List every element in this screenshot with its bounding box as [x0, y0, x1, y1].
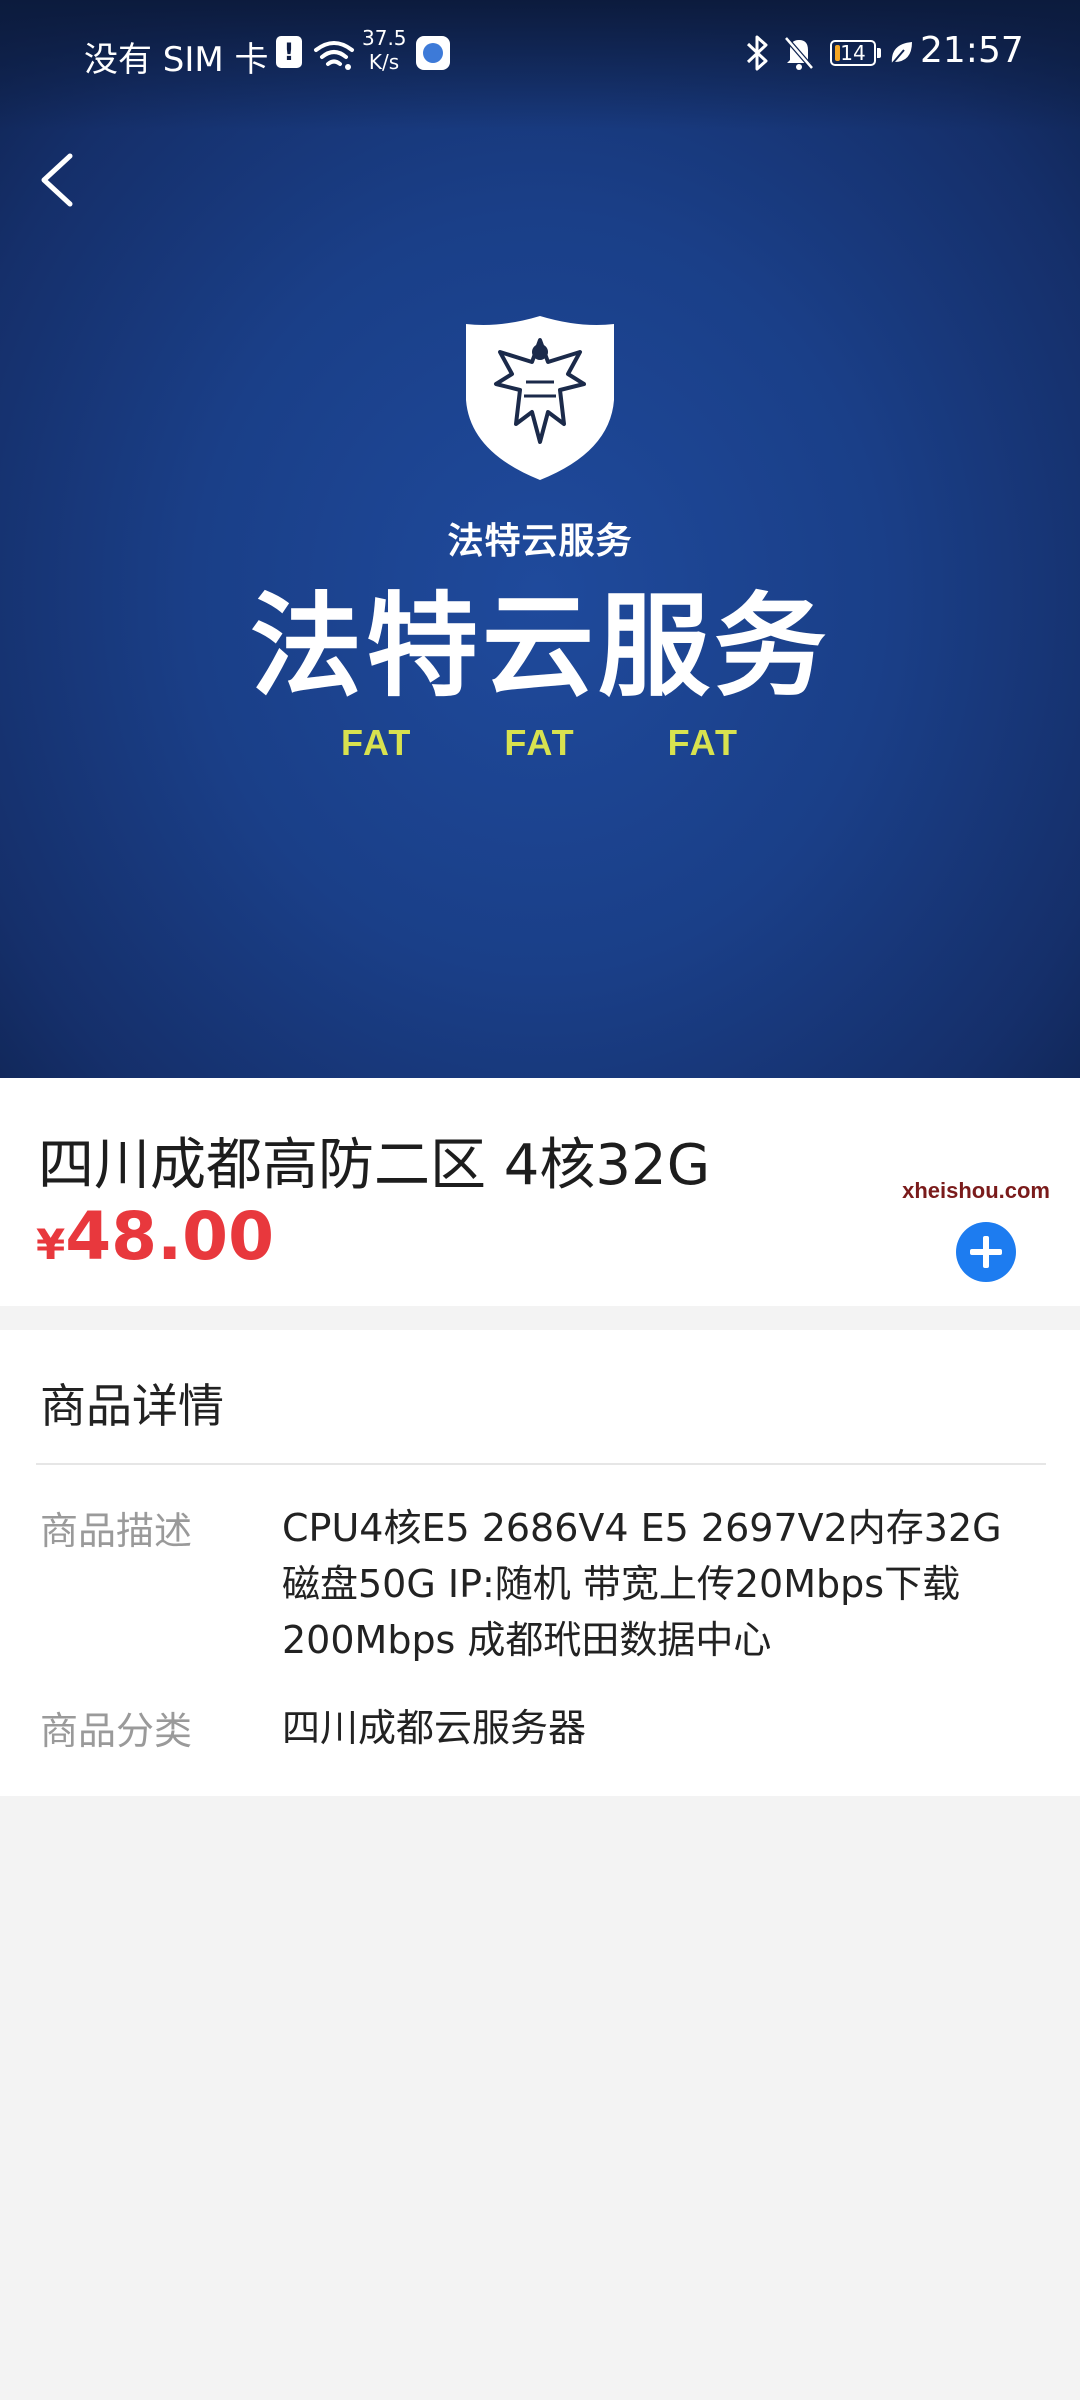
- net-speed-value: 37.5: [362, 26, 407, 50]
- carrier-label: 没有 SIM 卡: [84, 40, 269, 80]
- leaf-icon: [891, 42, 912, 65]
- bell-off-icon: [784, 36, 814, 70]
- product-banner: 没有 SIM 卡 ! 37.5 K/s 14 21:57 法特云服务 法特云服务…: [0, 0, 1080, 1078]
- description-label: 商品描述: [40, 1509, 193, 1553]
- clock: 21:57: [920, 30, 1024, 71]
- wifi-icon: [314, 41, 354, 70]
- bluetooth-icon: [746, 35, 768, 71]
- price-value: 48.00: [65, 1198, 274, 1275]
- status-bar: 没有 SIM 卡 ! 37.5 K/s 14 21:57: [0, 0, 1080, 110]
- category-value: 四川成都云服务器: [282, 1706, 587, 1750]
- logo-tag: FAT: [667, 722, 739, 763]
- app-notification-icon: [416, 36, 450, 70]
- logo-tag: FAT: [341, 722, 413, 763]
- battery-icon: 14: [830, 40, 881, 66]
- chevron-left-icon: [41, 153, 73, 207]
- watermark-text: xheishou.com: [902, 1178, 1050, 1203]
- sim-alert-icon: !: [276, 36, 302, 68]
- description-value: CPU4核E5 2686V4 E5 2697V2内存32G 磁盘50G IP:随…: [282, 1506, 1002, 1662]
- logo-tag-row: FAT FAT FAT: [0, 722, 1080, 764]
- product-name: 四川成都高防二区 4核32G: [38, 1133, 711, 1198]
- currency-symbol: ¥: [36, 1220, 66, 1269]
- add-to-cart-button[interactable]: [956, 1222, 1016, 1282]
- eagle-shield-icon: [466, 316, 614, 480]
- details-heading: 商品详情: [40, 1379, 224, 1433]
- product-details-card: 商品详情 商品描述 CPU4核E5 2686V4 E5 2697V2内存32G …: [0, 1330, 1080, 1796]
- net-speed-unit: K/s: [368, 50, 400, 74]
- logo-tag: FAT: [504, 722, 576, 763]
- net-speed: 37.5 K/s: [362, 26, 407, 74]
- product-price: ¥48.00: [36, 1198, 274, 1275]
- divider: [36, 1463, 1046, 1465]
- category-label: 商品分类: [40, 1709, 193, 1753]
- product-summary-card: 四川成都高防二区 4核32G ¥48.00 xheishou.com: [0, 1078, 1080, 1306]
- back-button[interactable]: [28, 140, 88, 220]
- logo-title: 法特云服务: [250, 582, 830, 712]
- battery-level: 14: [840, 41, 866, 65]
